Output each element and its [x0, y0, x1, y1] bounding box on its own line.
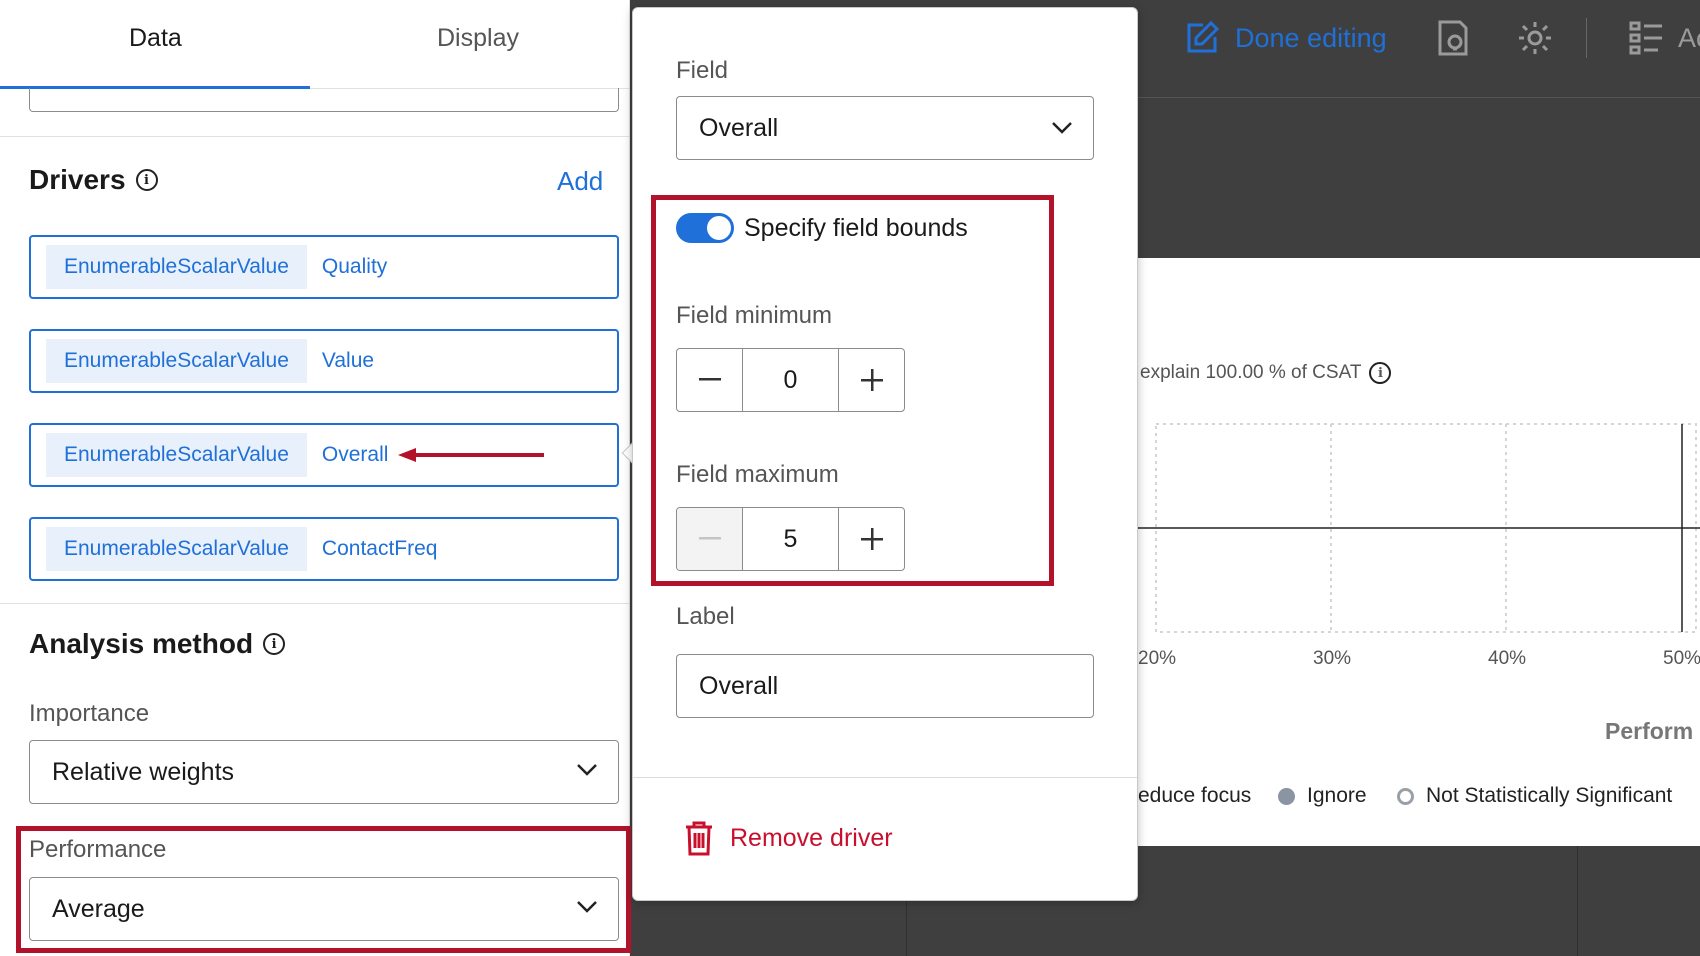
legend-item: Ignore [1278, 784, 1367, 808]
add-widget-button[interactable]: Ac [1628, 16, 1700, 60]
field-select[interactable]: Overall [676, 96, 1094, 160]
legend-item: educe focus [1138, 784, 1251, 808]
annotation-highlight-box [651, 195, 1054, 586]
x-tick-label: 20% [1138, 648, 1177, 669]
driver-field-name: Overall [321, 443, 389, 466]
driver-type-tag: EnumerableScalarValue [46, 339, 307, 383]
legend-label: Ignore [1307, 784, 1367, 807]
widget-summary: explain 100.00 % of CSAT i [1140, 362, 1392, 384]
driver-item[interactable]: EnumerableScalarValue ContactFreq [29, 517, 619, 581]
add-widget-label: Ac [1678, 22, 1700, 53]
driver-field-name: ContactFreq [321, 537, 438, 560]
driver-field-name: Quality [321, 255, 388, 278]
chevron-down-icon [1052, 122, 1072, 134]
remove-driver-button[interactable]: Remove driver [684, 820, 893, 856]
label-input-value: Overall [699, 671, 779, 700]
chart-plot-area [1136, 423, 1700, 633]
widget-edit-panel: Data Display Drivers i Add EnumerableSca… [0, 0, 631, 956]
filled-dot-icon [1278, 787, 1295, 805]
x-tick-label: 40% [1488, 648, 1527, 669]
list-add-icon [1629, 21, 1662, 55]
gear-icon [1519, 22, 1551, 54]
section-divider [0, 136, 630, 137]
driver-field-name: Value [321, 349, 375, 372]
insights-button[interactable] [1436, 16, 1470, 60]
label-input[interactable]: Overall [676, 654, 1094, 718]
drivers-heading: Drivers i [29, 164, 158, 196]
tab-display[interactable]: Display [437, 24, 519, 53]
hollow-dot-icon [1397, 787, 1414, 805]
canvas-divider [1577, 846, 1578, 956]
driver-type-tag: EnumerableScalarValue [46, 433, 307, 477]
info-icon[interactable]: i [135, 169, 158, 191]
analysis-method-title: Analysis method [29, 628, 254, 659]
analysis-method-heading: Analysis method i [29, 628, 286, 660]
importance-select[interactable]: Relative weights [29, 740, 619, 804]
info-icon[interactable]: i [263, 633, 286, 655]
previous-field-input[interactable] [29, 88, 619, 112]
legend-label: Not Statistically Significant [1426, 784, 1673, 807]
remove-driver-label: Remove driver [730, 823, 893, 852]
toolbar-divider [1586, 18, 1587, 58]
done-editing-label: Done editing [1235, 22, 1387, 53]
legend-item: Not Statistically Significant [1397, 784, 1672, 808]
chevron-down-icon [577, 764, 597, 776]
drivers-title: Drivers [29, 164, 126, 195]
field-select-value: Overall [699, 113, 779, 142]
importance-label: Importance [29, 700, 150, 727]
annotation-highlight-box [16, 826, 631, 953]
importance-value: Relative weights [52, 757, 235, 786]
x-axis-title: Perform [1605, 718, 1694, 744]
section-divider [0, 603, 630, 604]
field-label: Field [676, 57, 729, 84]
label-field-label: Label [676, 603, 735, 630]
summary-text: explain 100.00 % of CSAT [1140, 362, 1362, 383]
tab-data[interactable]: Data [129, 24, 182, 53]
settings-button[interactable] [1516, 16, 1554, 60]
edit-icon [1187, 20, 1220, 53]
legend-label: educe focus [1138, 784, 1252, 807]
driver-item[interactable]: EnumerableScalarValue Value [29, 329, 619, 393]
annotation-arrow-icon [398, 448, 545, 462]
x-tick-label: 30% [1313, 648, 1352, 669]
lightbulb-doc-icon [1438, 20, 1468, 56]
driver-item[interactable]: EnumerableScalarValue Quality [29, 235, 619, 299]
driver-type-tag: EnumerableScalarValue [46, 527, 307, 571]
add-driver-link[interactable]: Add [557, 166, 603, 197]
info-icon[interactable]: i [1369, 362, 1392, 384]
trash-icon [686, 821, 712, 856]
driver-item-selected[interactable]: EnumerableScalarValue Overall [29, 423, 619, 487]
driver-type-tag: EnumerableScalarValue [46, 245, 307, 289]
popover-divider [633, 777, 1137, 778]
done-editing-button[interactable]: Done editing [1183, 16, 1387, 60]
x-tick-label: 50% [1663, 648, 1700, 669]
